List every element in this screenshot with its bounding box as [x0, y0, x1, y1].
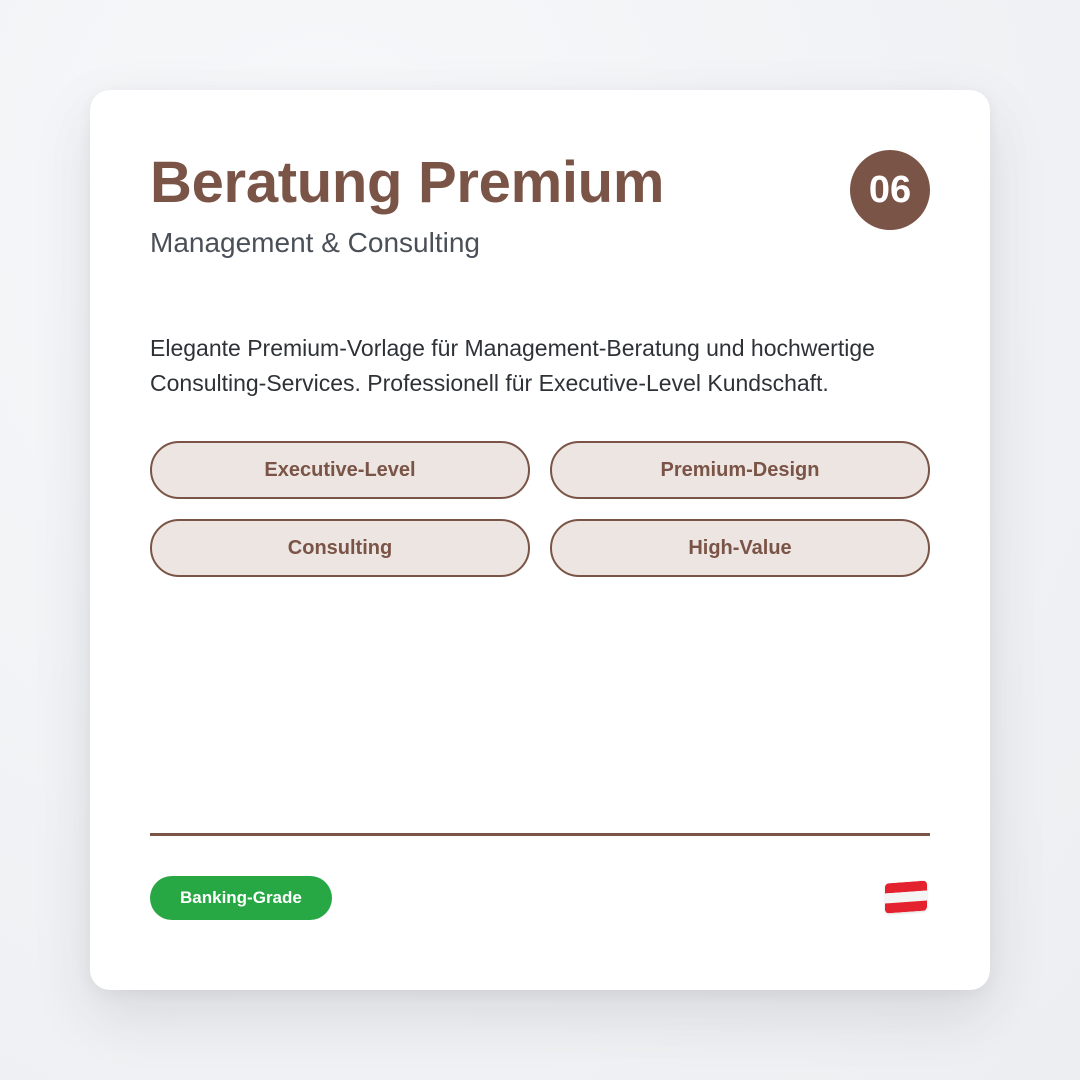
card-title: Beratung Premium	[150, 150, 665, 215]
footer-divider	[150, 833, 930, 836]
flag-stripe-bottom	[885, 900, 927, 914]
template-card[interactable]: Beratung Premium Management & Consulting…	[90, 90, 990, 990]
austria-flag-icon	[885, 880, 927, 914]
status-badge: Banking-Grade	[150, 876, 332, 920]
tag-premium-design[interactable]: Premium-Design	[550, 441, 930, 499]
tag-executive-level[interactable]: Executive-Level	[150, 441, 530, 499]
tag-consulting[interactable]: Consulting	[150, 519, 530, 577]
tag-high-value[interactable]: High-Value	[550, 519, 930, 577]
card-subtitle: Management & Consulting	[150, 227, 480, 258]
tag-list: Executive-Level Premium-Design Consultin…	[150, 441, 930, 577]
card-description: Elegante Premium-Vorlage für Management-…	[150, 335, 875, 396]
number-badge: 06	[850, 150, 930, 230]
